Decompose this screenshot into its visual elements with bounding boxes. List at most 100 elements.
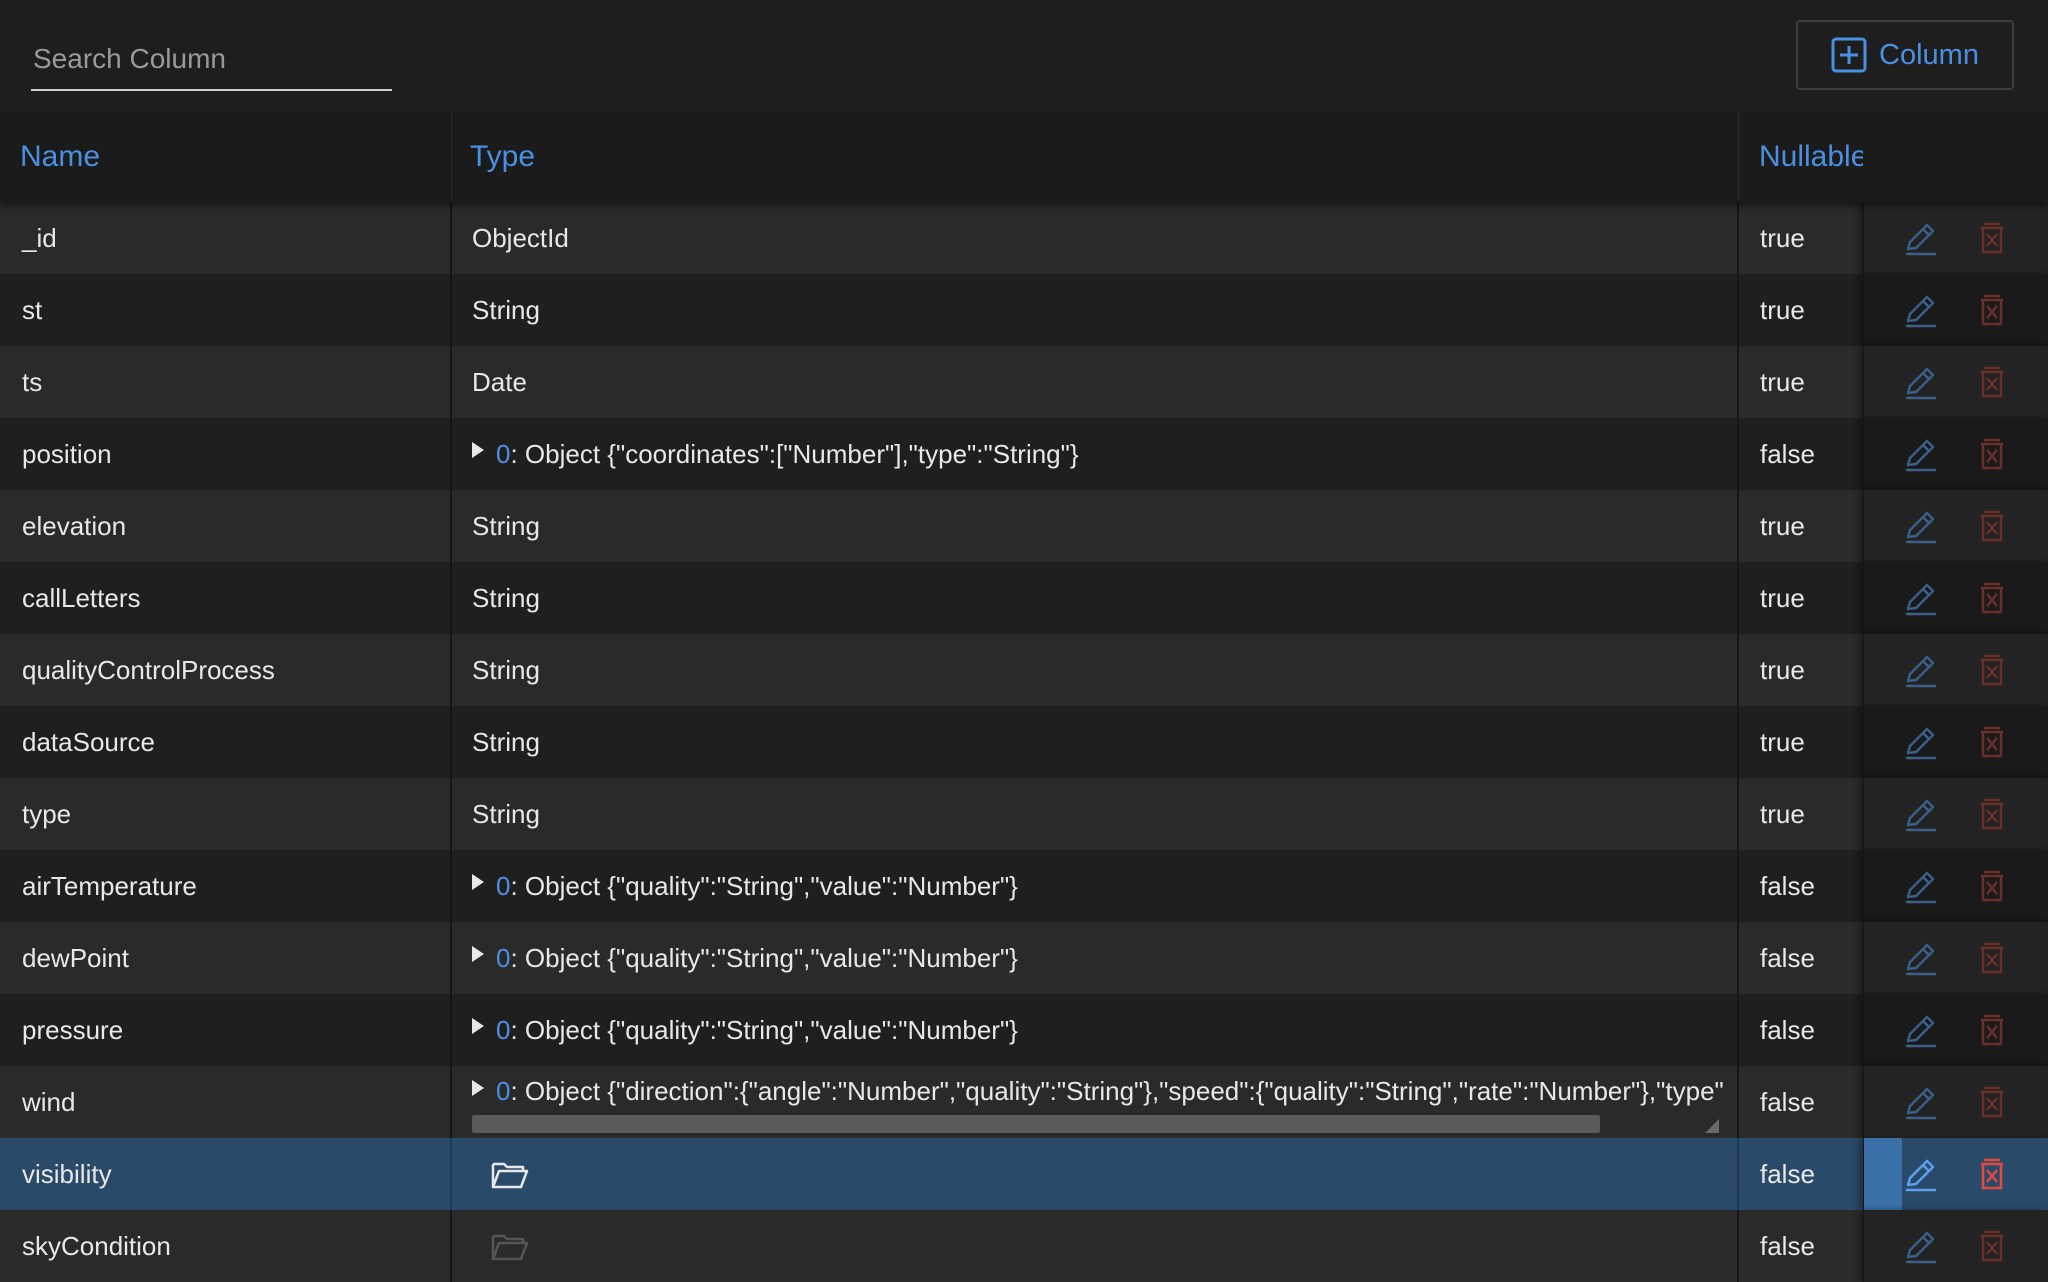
header-type[interactable]: Type [452,112,1739,202]
delete-button[interactable] [1974,1156,2010,1192]
table-row[interactable]: elevation String true [0,490,2048,562]
table-row[interactable]: st String true [0,274,2048,346]
edit-button[interactable] [1900,867,1940,907]
delete-x-icon [1974,510,2010,550]
cell-nullable: false [1760,1230,1815,1261]
edit-button[interactable] [1900,363,1940,403]
header-name[interactable]: Name [0,112,452,202]
row-actions [1863,202,2048,274]
cell-type: 0: Object {"coordinates":["Number"],"typ… [452,418,1739,490]
delete-button[interactable] [1974,436,2010,472]
delete-x-icon [1974,798,2010,838]
type-text: : Object {"direction":{"angle":"Number",… [510,1076,1724,1106]
cell-nullable: false [1760,942,1815,973]
delete-button[interactable] [1974,1084,2010,1120]
plus-square-icon [1831,37,1867,73]
row-actions [1863,778,2048,850]
edit-button[interactable] [1900,291,1940,331]
type-text: : Object {"quality":"String","value":"Nu… [510,1014,1018,1045]
edit-button[interactable] [1900,651,1940,691]
delete-button[interactable] [1974,292,2010,328]
delete-x-icon [1974,1014,2010,1054]
edit-button[interactable] [1900,939,1940,979]
edit-highlight [1864,1138,1902,1210]
folder-open-icon[interactable] [490,1157,530,1191]
table-row[interactable]: qualityControlProcess String true [0,634,2048,706]
delete-button[interactable] [1974,1228,2010,1264]
triangle-right-icon[interactable] [472,442,484,458]
pencil-icon [1900,1231,1940,1273]
edit-button[interactable] [1900,1011,1940,1051]
triangle-right-icon[interactable] [472,1079,484,1096]
edit-button[interactable] [1900,1083,1940,1123]
triangle-right-icon[interactable] [472,946,484,962]
type-expander[interactable]: 0: Object {"quality":"String","value":"N… [472,1015,1018,1046]
cell-type: Date [452,346,1739,418]
edit-button[interactable] [1900,723,1940,763]
delete-button[interactable] [1974,364,2010,400]
cell-name: position [0,418,452,490]
cell-name: callLetters [0,562,452,634]
edit-button[interactable] [1900,1155,1940,1195]
cell-name: wind [0,1066,452,1138]
cell-type [452,1138,1739,1210]
cell-name: qualityControlProcess [0,634,452,706]
delete-x-icon [1974,366,2010,406]
triangle-right-icon[interactable] [472,1018,484,1034]
delete-x-icon [1974,294,2010,334]
add-column-button[interactable]: Column [1796,20,2014,90]
type-expander[interactable]: 0: Object {"quality":"String","value":"N… [472,943,1018,974]
delete-button[interactable] [1974,724,2010,760]
delete-x-icon [1974,726,2010,766]
scrollbar-thumb[interactable] [472,1115,1600,1133]
table-row[interactable]: callLetters String true [0,562,2048,634]
table-row[interactable]: skyCondition false [0,1210,2048,1282]
search-input[interactable] [31,38,395,80]
table-row[interactable]: visibility false [0,1138,2048,1210]
edit-button[interactable] [1900,579,1940,619]
folder-open-icon[interactable] [490,1229,530,1263]
delete-x-icon [1974,438,2010,478]
delete-button[interactable] [1974,868,2010,904]
table-row[interactable]: dataSource String true [0,706,2048,778]
cell-type: String [452,274,1739,346]
delete-button[interactable] [1974,940,2010,976]
delete-button[interactable] [1974,1012,2010,1048]
delete-button[interactable] [1974,652,2010,688]
edit-button[interactable] [1900,435,1940,475]
delete-button[interactable] [1974,580,2010,616]
cell-name: elevation [0,490,452,562]
delete-button[interactable] [1974,508,2010,544]
cell-name: airTemperature [0,850,452,922]
cell-name: ts [0,346,452,418]
edit-button[interactable] [1900,795,1940,835]
triangle-right-icon[interactable] [472,874,484,890]
table-row[interactable]: position 0: Object {"coordinates":["Numbe… [0,418,2048,490]
horizontal-scrollbar[interactable] [472,1115,1721,1133]
table-row[interactable]: _id ObjectId true [0,202,2048,274]
delete-button[interactable] [1974,796,2010,832]
pencil-icon [1900,583,1940,625]
type-expander[interactable]: 0: Object {"direction":{"angle":"Number"… [472,1076,1724,1107]
header-nullable[interactable]: Nullable [1739,112,1863,202]
table-row[interactable]: wind 0: Object {"direction":{"angle":"Num… [0,1066,2048,1138]
search-field[interactable] [31,28,395,91]
delete-button[interactable] [1974,220,2010,256]
edit-button[interactable] [1900,507,1940,547]
table-row[interactable]: ts Date true [0,346,2048,418]
resize-grip-icon[interactable] [1705,1119,1719,1133]
table-row[interactable]: pressure 0: Object {"quality":"String","v… [0,994,2048,1066]
type-expander[interactable]: 0: Object {"coordinates":["Number"],"typ… [472,439,1079,470]
edit-button[interactable] [1900,1227,1940,1267]
edit-button[interactable] [1900,219,1940,259]
cell-type: 0: Object {"quality":"String","value":"N… [452,922,1739,994]
cell-name: dewPoint [0,922,452,994]
table-row[interactable]: airTemperature 0: Object {"quality":"Stri… [0,850,2048,922]
cell-nullable: true [1760,798,1805,829]
row-actions [1863,1066,2048,1138]
row-actions [1863,850,2048,922]
type-expander[interactable]: 0: Object {"quality":"String","value":"N… [472,871,1018,902]
table-row[interactable]: type String true [0,778,2048,850]
pencil-icon [1900,799,1940,841]
table-row[interactable]: dewPoint 0: Object {"quality":"String","v… [0,922,2048,994]
